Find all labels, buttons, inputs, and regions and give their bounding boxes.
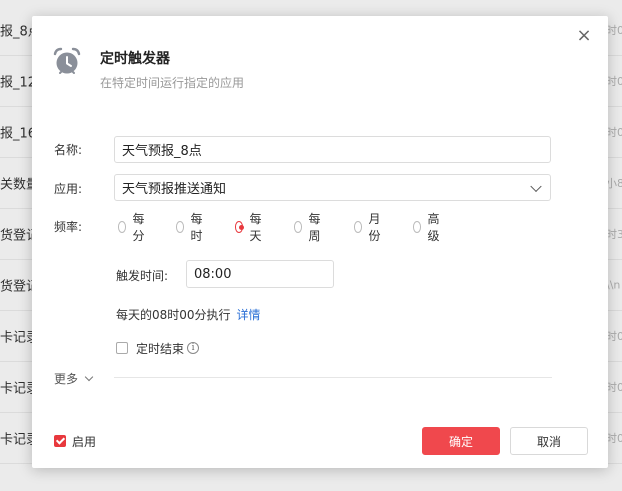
radio-circle-checked	[235, 221, 244, 233]
enable-checkbox[interactable]	[54, 435, 66, 447]
cancel-button[interactable]: 取消	[510, 427, 588, 455]
radio-circle	[294, 221, 303, 233]
enable-label: 启用	[72, 434, 97, 449]
frequency-option-month[interactable]: 月份	[354, 212, 384, 243]
chevron-down-icon	[530, 180, 542, 192]
radio-label: 每时	[190, 212, 203, 243]
radio-label: 每天	[249, 212, 262, 243]
detail-link[interactable]: 详情	[237, 308, 261, 322]
trigger-time-value: 08:00	[194, 266, 232, 282]
divider	[114, 377, 552, 378]
radio-circle	[118, 221, 127, 233]
name-input-value: 天气预报_8点	[122, 144, 202, 159]
name-label: 名称:	[54, 143, 83, 157]
info-icon[interactable]: i	[187, 342, 200, 354]
frequency-label: 频率:	[54, 220, 83, 234]
close-icon[interactable]: ×	[576, 27, 592, 45]
frequency-option-minute[interactable]: 每分	[118, 212, 148, 243]
dialog-subtitle: 在特定时间运行指定的应用	[100, 76, 245, 90]
radio-label: 每周	[308, 212, 321, 243]
alarm-clock-icon	[53, 47, 81, 74]
end-timer-row: 定时结束 i	[116, 340, 200, 356]
schedule-summary: 每天的08时00分执行 详情	[116, 306, 261, 323]
radio-label: 每分	[132, 212, 145, 243]
trigger-time-input[interactable]: 08:00	[186, 260, 334, 288]
radio-label: 高级	[427, 212, 440, 243]
frequency-option-day[interactable]: 每天	[235, 212, 265, 243]
timer-trigger-dialog: × 定时触发器 在特定时间运行指定的应用 名称: 天气预报_8点 应用: 天气预…	[32, 16, 608, 468]
schedule-summary-text: 每天的08时00分执行	[116, 308, 231, 322]
chevron-down-icon	[84, 372, 94, 382]
trigger-time-label: 触发时间:	[116, 269, 169, 283]
app-select-value: 天气预报推送通知	[122, 182, 227, 197]
radio-label: 月份	[368, 212, 381, 243]
confirm-button[interactable]: 确定	[422, 427, 500, 455]
frequency-option-hour[interactable]: 每时	[176, 212, 206, 243]
end-timer-checkbox[interactable]	[116, 342, 128, 354]
app-select[interactable]: 天气预报推送通知	[114, 174, 551, 201]
app-label: 应用:	[54, 182, 83, 196]
enable-row[interactable]: 启用	[54, 433, 96, 449]
more-label: 更多	[54, 372, 79, 386]
more-toggle[interactable]: 更多	[54, 370, 94, 387]
name-input[interactable]: 天气预报_8点	[114, 136, 551, 163]
radio-circle	[176, 221, 185, 233]
dialog-title: 定时触发器	[100, 51, 170, 67]
radio-circle	[354, 221, 363, 233]
radio-circle	[413, 221, 422, 233]
frequency-option-advanced[interactable]: 高级	[413, 212, 443, 243]
end-timer-label: 定时结束	[136, 341, 185, 356]
frequency-option-week[interactable]: 每周	[294, 212, 324, 243]
